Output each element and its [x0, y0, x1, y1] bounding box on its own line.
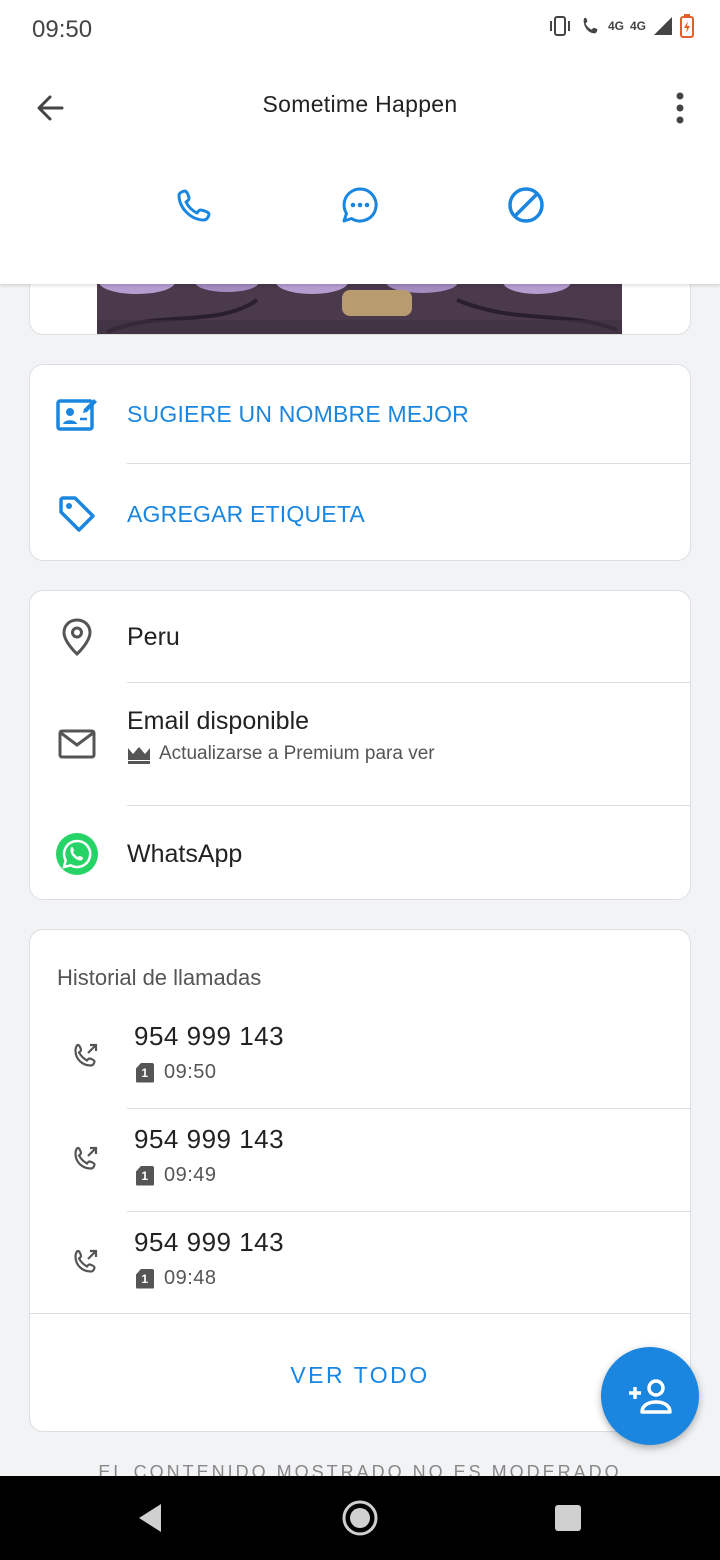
nav-recents-button[interactable]	[548, 1498, 588, 1538]
sim-icon: 1	[136, 1268, 154, 1289]
nav-home-button[interactable]	[340, 1498, 380, 1538]
email-title: Email disponible	[127, 707, 310, 735]
call-signal-icon	[583, 17, 598, 34]
triangle-back-icon	[139, 1504, 161, 1532]
call-history-card: Historial de llamadas 954 999 143 1 09:5…	[29, 929, 691, 1432]
status-time: 09:50	[32, 16, 93, 43]
battery-icon	[680, 14, 694, 38]
edit-contact-icon	[54, 391, 100, 437]
more-options-button[interactable]	[662, 88, 698, 128]
block-button[interactable]	[502, 181, 550, 229]
location-text: Peru	[127, 623, 180, 651]
outgoing-call-icon	[68, 1037, 104, 1073]
location-row: Peru	[30, 591, 690, 683]
mail-icon	[54, 721, 100, 767]
info-card: Peru Email disponible Actualizarse a Pre…	[29, 590, 691, 900]
call-button[interactable]	[170, 181, 218, 229]
call-number: 954 999 143	[134, 1021, 285, 1051]
call-meta: 1 09:48	[136, 1267, 217, 1290]
status-icons: 4G 4G	[546, 14, 694, 38]
whatsapp-icon	[54, 831, 100, 877]
suggest-name-row[interactable]: SUGIERE UN NOMBRE MEJOR	[30, 365, 690, 463]
suggestions-card: SUGIERE UN NOMBRE MEJOR AGREGAR ETIQUETA	[29, 364, 691, 561]
add-contact-fab[interactable]	[601, 1347, 699, 1445]
outgoing-call-icon	[68, 1243, 104, 1279]
home-circle-icon	[342, 1500, 378, 1536]
see-all-button[interactable]: VER TODO	[30, 1362, 690, 1389]
email-premium-note: Actualizarse a Premium para ver	[127, 743, 435, 765]
crown-icon	[128, 747, 150, 764]
call-number: 954 999 143	[134, 1124, 285, 1154]
divider	[127, 1211, 690, 1212]
phone-icon	[177, 189, 211, 222]
sim-icon: 1	[136, 1062, 154, 1083]
profile-image[interactable]	[97, 270, 622, 334]
more-vert-icon	[676, 92, 684, 124]
call-meta: 1 09:50	[136, 1061, 217, 1084]
signal-icon	[654, 17, 672, 35]
network-type-2: 4G	[629, 19, 646, 33]
status-bar: 09:50 4G 4G	[0, 0, 720, 60]
call-history-item[interactable]: 954 999 143 1 09:48	[30, 1215, 690, 1318]
suggest-name-label: SUGIERE UN NOMBRE MEJOR	[127, 401, 469, 427]
add-tag-label: AGREGAR ETIQUETA	[127, 501, 365, 527]
vibrate-icon	[549, 16, 570, 36]
divider	[127, 1108, 690, 1109]
whatsapp-label: WhatsApp	[127, 840, 243, 868]
sim-icon: 1	[136, 1165, 154, 1186]
outgoing-call-icon	[68, 1140, 104, 1176]
chat-bubble-icon	[342, 187, 378, 223]
block-icon	[508, 187, 544, 223]
profile-artwork	[97, 270, 622, 334]
person-add-icon	[629, 1379, 672, 1414]
call-time: 09:49	[164, 1164, 217, 1186]
email-subtitle: Actualizarse a Premium para ver	[159, 743, 435, 764]
page-title: Sometime Happen	[262, 91, 458, 117]
tag-icon	[54, 491, 100, 537]
call-number: 954 999 143	[134, 1227, 285, 1257]
add-tag-row[interactable]: AGREGAR ETIQUETA	[30, 464, 690, 562]
message-button[interactable]	[336, 181, 384, 229]
app-bar: Sometime Happen	[0, 60, 720, 284]
call-time: 09:48	[164, 1267, 217, 1289]
square-recents-icon	[555, 1505, 581, 1531]
call-history-item[interactable]: 954 999 143 1 09:49	[30, 1112, 690, 1215]
email-row[interactable]: Email disponible Actualizarse a Premium …	[30, 683, 690, 805]
location-pin-icon	[54, 614, 100, 660]
call-history-item[interactable]: 954 999 143 1 09:50	[30, 1009, 690, 1112]
call-history-title: Historial de llamadas	[57, 965, 262, 990]
call-meta: 1 09:49	[136, 1164, 217, 1187]
nav-back-button[interactable]	[130, 1498, 170, 1538]
system-nav-bar	[0, 1476, 720, 1560]
moderation-note: EL CONTENIDO MOSTRADO NO ES MODERADO	[98, 1462, 622, 1476]
network-type-1: 4G	[607, 19, 624, 33]
call-time: 09:50	[164, 1061, 217, 1083]
whatsapp-row[interactable]: WhatsApp	[30, 806, 690, 901]
divider	[30, 1313, 690, 1314]
